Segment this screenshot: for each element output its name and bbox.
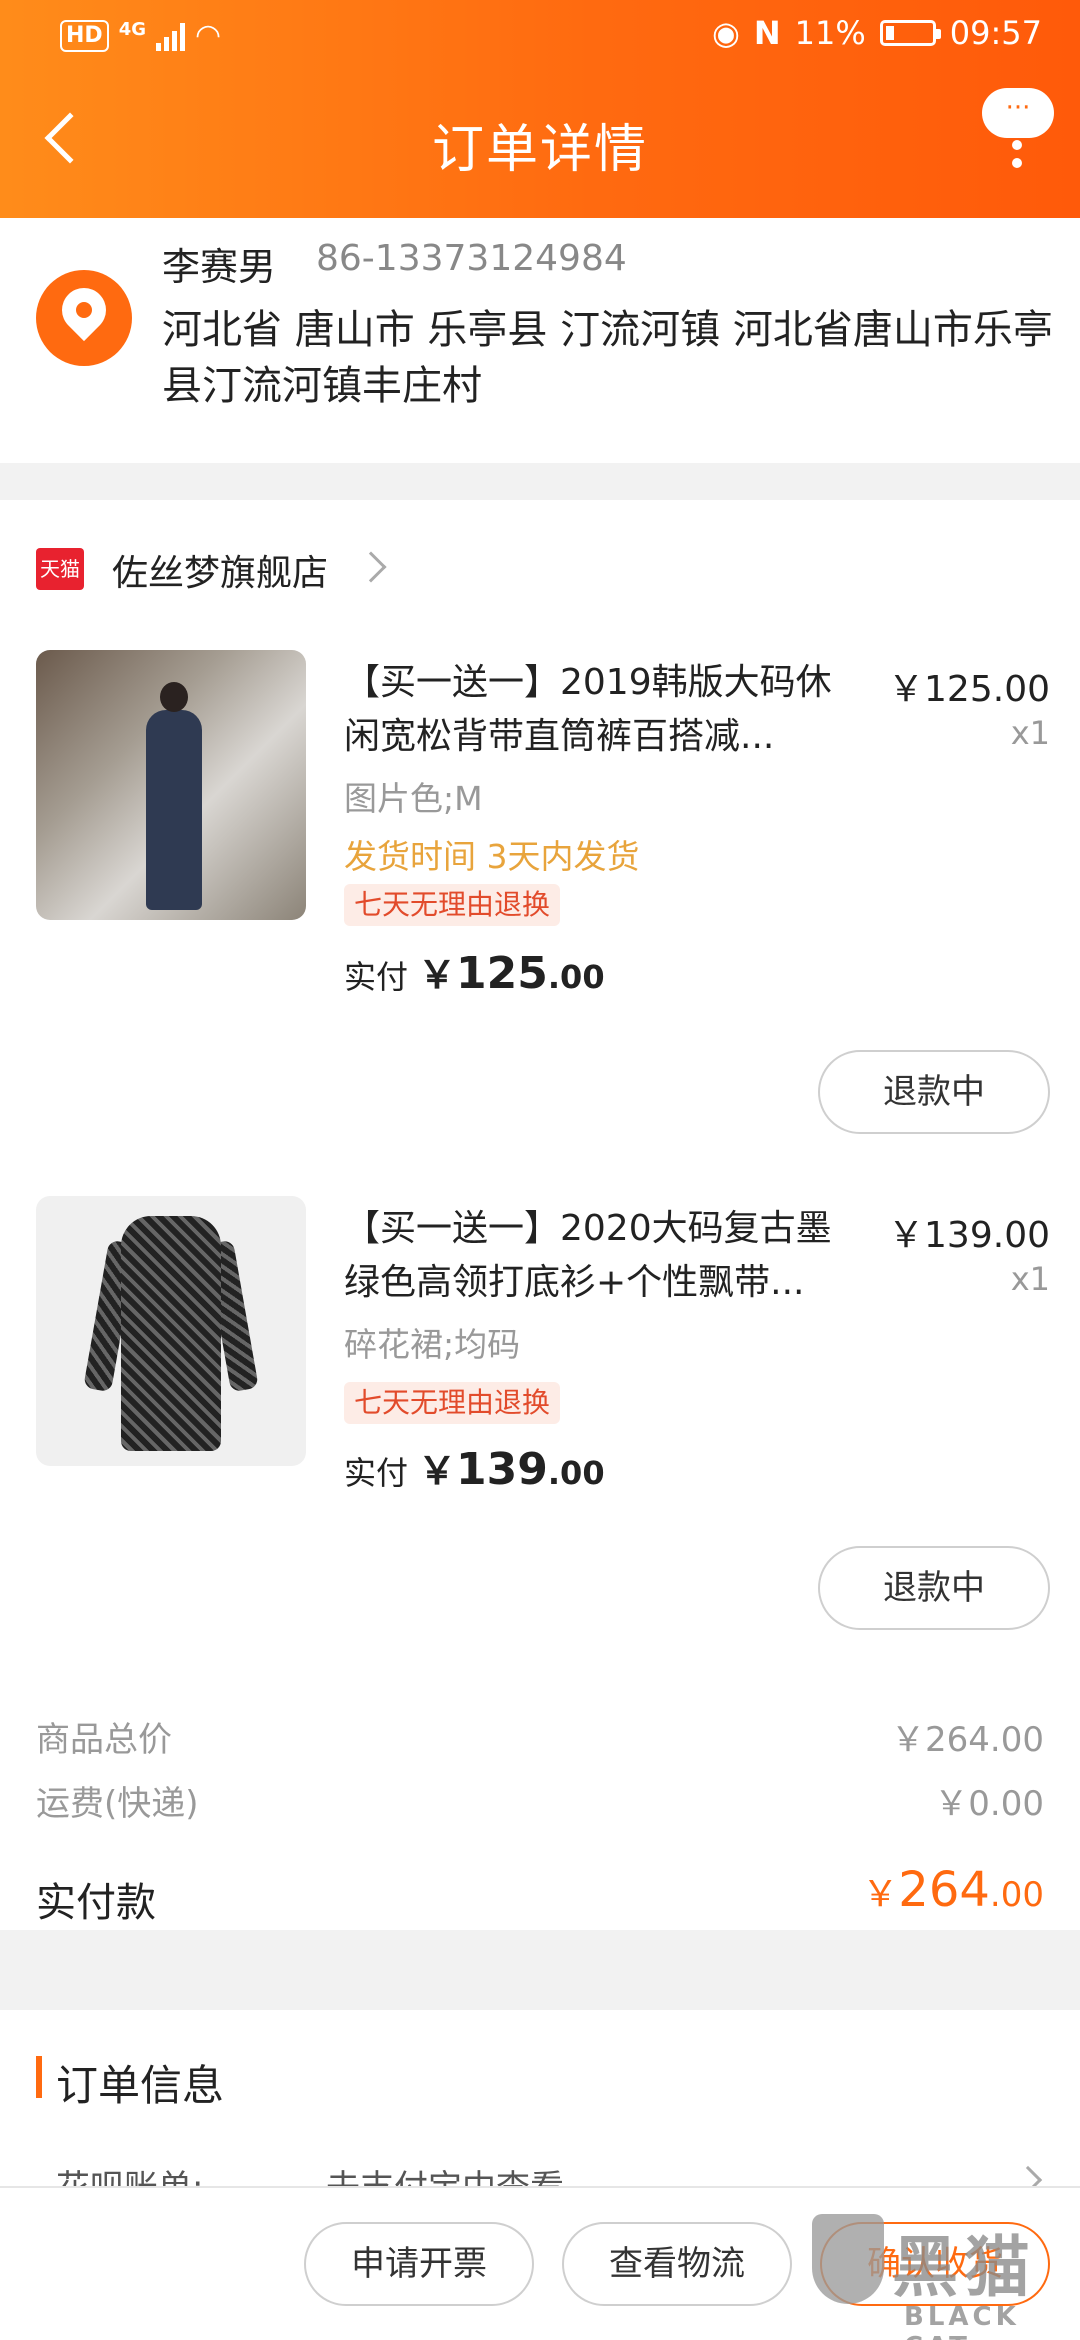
- black-cat-watermark: 黑猫 BLACK CAT: [812, 2210, 1080, 2340]
- battery-icon: [879, 20, 941, 46]
- product-title[interactable]: 【买一送一】2020大码复古墨绿色高领打底衫+个性飘带...: [344, 1202, 864, 1310]
- product-quantity: x1: [1010, 1260, 1050, 1298]
- section-accent-bar: [36, 2056, 42, 2098]
- paid-integer: 139: [456, 1444, 548, 1495]
- hd-indicator: HD: [60, 19, 109, 52]
- currency-symbol: ￥: [418, 1449, 457, 1493]
- watermark-cn: 黑猫: [892, 2229, 1036, 2306]
- nfc-icon: N: [753, 14, 781, 52]
- shipping-fee-value: ￥0.00: [934, 1784, 1044, 1824]
- refund-status-button[interactable]: 退款中: [818, 1546, 1050, 1630]
- signal-icon: [156, 21, 185, 51]
- currency-symbol: ￥: [862, 1874, 899, 1915]
- product-paid-amount: 实付 ￥125.00: [344, 944, 605, 999]
- page-title: 订单详情: [431, 120, 648, 180]
- more-dots-icon[interactable]: [1012, 140, 1022, 176]
- return-policy-badge: 七天无理由退换: [344, 1382, 561, 1424]
- currency-symbol: ￥: [418, 953, 457, 997]
- refund-status-button[interactable]: 退款中: [818, 1050, 1050, 1134]
- wifi-icon: ◠: [195, 18, 222, 53]
- recipient-name: 李赛男: [162, 245, 277, 289]
- total-integer: 264: [898, 1862, 990, 1918]
- product-spec: 碎花裙;均码: [344, 1325, 521, 1364]
- shield-logo-icon: [812, 2214, 884, 2304]
- product-price: ￥139.00: [888, 1215, 1050, 1256]
- product-price: ￥125.00: [888, 669, 1050, 710]
- header: HD 4G ◠ ◉ N 11% 09:57 订单详情 ···: [0, 0, 1080, 218]
- paid-decimal: .00: [547, 958, 605, 996]
- total-decimal: .00: [989, 1875, 1044, 1915]
- shipping-fee-label: 运费(快递): [36, 1784, 199, 1824]
- clock: 09:57: [949, 14, 1042, 52]
- more-menu-button[interactable]: ···: [982, 88, 1054, 178]
- product-image[interactable]: [36, 650, 306, 920]
- total-paid-value: ￥264.00: [862, 1862, 1044, 1918]
- status-bar: HD 4G ◠ ◉ N 11% 09:57: [0, 0, 1080, 72]
- eye-icon: ◉: [711, 14, 740, 52]
- product-paid-amount: 实付 ￥139.00: [344, 1440, 605, 1495]
- product-title[interactable]: 【买一送一】2019韩版大码休闲宽松背带直筒裤百搭减...: [344, 656, 864, 764]
- network-type: 4G: [118, 19, 146, 40]
- message-bubble-icon[interactable]: ···: [982, 88, 1054, 138]
- tmall-icon: 天猫: [36, 548, 84, 590]
- location-pin-icon: [36, 270, 132, 366]
- paid-label: 实付: [344, 958, 409, 996]
- product-quantity: x1: [1010, 714, 1050, 752]
- product-spec: 图片色;M: [344, 779, 483, 818]
- goods-total-label: 商品总价: [36, 1720, 172, 1760]
- product-image[interactable]: [36, 1196, 306, 1466]
- watermark-en: BLACK CAT: [904, 2302, 1020, 2340]
- shipping-time: 发货时间 3天内发货: [344, 837, 640, 876]
- paid-decimal: .00: [547, 1454, 605, 1492]
- paid-integer: 125: [456, 948, 548, 999]
- view-logistics-button[interactable]: 查看物流: [562, 2222, 792, 2306]
- store-name[interactable]: 佐丝梦旗舰店: [112, 544, 328, 596]
- paid-label: 实付: [344, 1454, 409, 1492]
- goods-total-value: ￥264.00: [891, 1720, 1044, 1760]
- address-detail: 河北省 唐山市 乐亭县 汀流河镇 河北省唐山市乐亭县汀流河镇丰庄村: [162, 307, 1053, 409]
- return-policy-badge: 七天无理由退换: [344, 884, 561, 926]
- order-info-title: 订单信息: [56, 2061, 225, 2110]
- request-invoice-button[interactable]: 申请开票: [304, 2222, 534, 2306]
- total-paid-label: 实付款: [36, 1880, 156, 1926]
- recipient-phone: 86-13373124984: [316, 238, 627, 279]
- battery-percent: 11%: [794, 14, 866, 52]
